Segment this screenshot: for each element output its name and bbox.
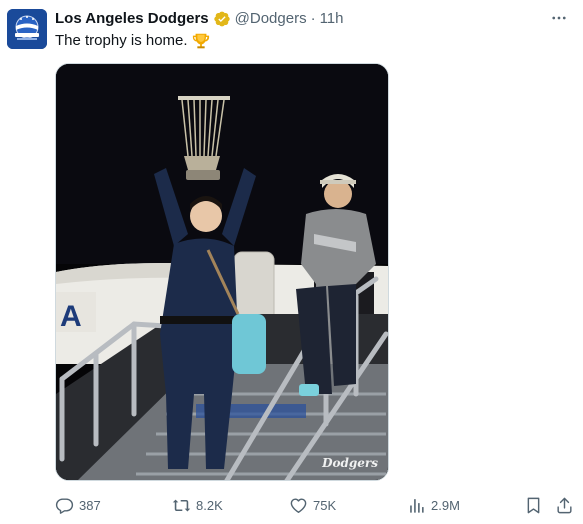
share-icon — [557, 497, 572, 513]
verified-badge-icon[interactable] — [213, 10, 231, 28]
champions-logo-icon — [7, 9, 47, 49]
trophy-photo-image: A — [56, 64, 388, 480]
tweet-text-content: The trophy is home. — [55, 32, 188, 49]
avatar[interactable] — [7, 9, 47, 49]
tweet-header: Los Angeles Dodgers @Dodgers · 11h — [55, 9, 344, 29]
trophy-icon — [192, 32, 210, 50]
more-options-button[interactable] — [547, 8, 571, 28]
reply-icon — [55, 497, 74, 514]
share-button[interactable] — [555, 494, 574, 516]
repost-count: 8.2K — [196, 497, 223, 513]
repost-icon — [172, 499, 191, 511]
repost-button[interactable]: 8.2K — [172, 494, 223, 516]
bookmark-button[interactable] — [524, 494, 543, 516]
svg-text:A: A — [60, 300, 82, 333]
display-name[interactable]: Los Angeles Dodgers — [55, 9, 209, 29]
tweet-photo[interactable]: A Dodgers — [55, 63, 389, 481]
timestamp[interactable]: 11h — [320, 9, 344, 29]
tweet-text: The trophy is home. — [55, 31, 210, 51]
more-icon — [552, 16, 566, 20]
heart-icon — [290, 497, 307, 513]
author-handle[interactable]: @Dodgers — [235, 9, 307, 29]
dodgers-watermark: Dodgers — [322, 456, 378, 470]
views-button[interactable]: 2.9M — [407, 494, 460, 516]
like-button[interactable]: 75K — [289, 494, 336, 516]
bookmark-icon — [527, 497, 540, 513]
action-bar: 387 8.2K 75K 2.9M — [55, 494, 575, 516]
views-chart-icon — [410, 498, 424, 513]
like-count: 75K — [313, 497, 337, 513]
reply-count: 387 — [79, 497, 101, 513]
tweet-card[interactable]: Los Angeles Dodgers @Dodgers · 11h The t… — [0, 0, 583, 524]
reply-button[interactable]: 387 — [55, 494, 101, 516]
separator-dot: · — [310, 10, 316, 27]
views-count: 2.9M — [431, 497, 460, 513]
